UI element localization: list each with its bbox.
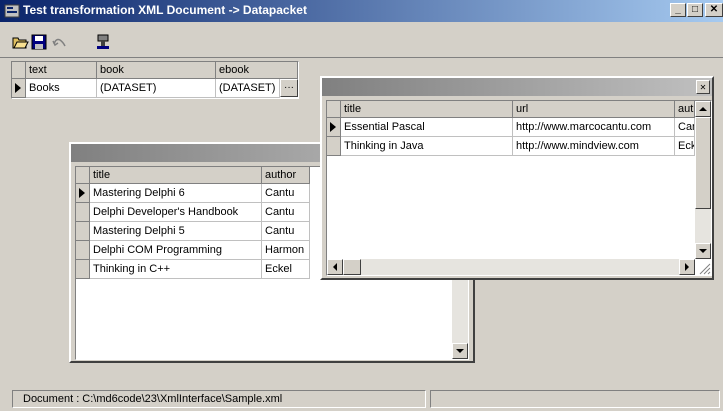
table-row-author[interactable]: Eck — [675, 137, 695, 156]
column-header-book[interactable]: book — [97, 62, 216, 79]
toolbar — [0, 22, 723, 58]
ebooks-subwindow[interactable]: ✕ title url autl Essential Pascal http:/… — [320, 76, 714, 280]
table-row-title[interactable]: Thinking in C++ — [90, 260, 262, 279]
table-row-author[interactable]: Can — [675, 118, 695, 137]
ellipsis-button[interactable]: ··· — [280, 79, 298, 97]
window-title-bar[interactable]: Test transformation XML Document -> Data… — [0, 0, 723, 22]
ebooks-grid[interactable]: title url autl Essential Pascal http://w… — [326, 100, 712, 276]
row-indicator[interactable] — [327, 137, 341, 156]
chevron-right-icon — [685, 263, 689, 271]
table-row-title[interactable]: Thinking in Java — [341, 137, 513, 156]
status-panel-empty — [430, 390, 720, 408]
row-indicator[interactable] — [327, 118, 341, 137]
column-header-ebook[interactable]: ebook — [216, 62, 298, 79]
table-row-title[interactable]: Delphi COM Programming — [90, 241, 262, 260]
column-header-title[interactable]: title — [90, 167, 262, 184]
chevron-down-icon — [699, 249, 707, 253]
table-row-author[interactable]: Cantu — [262, 184, 310, 203]
table-row-title[interactable]: Essential Pascal — [341, 118, 513, 137]
current-row-arrow-icon — [79, 188, 85, 198]
run-icon[interactable] — [94, 33, 112, 51]
row-indicator[interactable] — [12, 79, 26, 98]
status-document-path: Document : C:\md6code\23\XmlInterface\Sa… — [12, 390, 426, 408]
table-row-url[interactable]: http://www.marcocantu.com — [513, 118, 675, 137]
scroll-up-button[interactable] — [695, 101, 711, 117]
close-icon: ✕ — [709, 4, 719, 15]
save-icon[interactable] — [30, 33, 48, 51]
maximize-button[interactable]: □ — [687, 3, 703, 17]
table-row-title[interactable]: Mastering Delphi 6 — [90, 184, 262, 203]
row-indicator[interactable] — [76, 184, 90, 203]
window-title: Test transformation XML Document -> Data… — [23, 3, 307, 17]
scroll-right-button[interactable] — [679, 259, 695, 275]
current-row-arrow-icon — [15, 83, 21, 93]
client-area: text book ebook Books (DATASET) (DATASET… — [0, 58, 723, 384]
grid-corner — [76, 167, 90, 184]
scroll-left-button[interactable] — [327, 259, 343, 275]
column-header-text[interactable]: text — [26, 62, 97, 79]
main-grid[interactable]: text book ebook Books (DATASET) (DATASET… — [11, 61, 299, 99]
table-row-author[interactable]: Cantu — [262, 203, 310, 222]
undo-icon[interactable] — [50, 33, 68, 51]
ebooks-close-button[interactable]: ✕ — [696, 80, 710, 94]
chevron-up-icon — [699, 107, 707, 111]
minimize-button[interactable]: _ — [670, 3, 686, 17]
scroll-thumb[interactable] — [695, 117, 711, 209]
close-button[interactable]: ✕ — [705, 3, 723, 17]
cell-text[interactable]: Books — [26, 79, 97, 98]
minimize-icon: _ — [675, 4, 681, 15]
table-row-url[interactable]: http://www.mindview.com — [513, 137, 675, 156]
current-row-arrow-icon — [330, 122, 336, 132]
scroll-thumb[interactable] — [343, 259, 361, 275]
table-row-author[interactable]: Eckel — [262, 260, 310, 279]
grid-corner — [12, 62, 26, 79]
table-row-title[interactable]: Delphi Developer's Handbook — [90, 203, 262, 222]
scroll-down-button[interactable] — [452, 343, 468, 359]
status-bar: Document : C:\md6code\23\XmlInterface\Sa… — [0, 386, 723, 411]
row-indicator[interactable] — [76, 203, 90, 222]
open-icon[interactable] — [11, 33, 29, 51]
cell-ebook[interactable]: (DATASET) — [216, 79, 280, 98]
cell-book[interactable]: (DATASET) — [97, 79, 216, 98]
column-header-author[interactable]: author — [262, 167, 310, 184]
maximize-icon: □ — [691, 4, 699, 15]
app-icon — [4, 4, 20, 18]
scroll-down-button[interactable] — [695, 243, 711, 259]
row-indicator[interactable] — [76, 260, 90, 279]
table-row-author[interactable]: Harmon — [262, 241, 310, 260]
size-grip-icon[interactable] — [695, 259, 711, 275]
chevron-down-icon — [456, 349, 464, 353]
ebooks-subwindow-caption[interactable] — [322, 78, 712, 96]
column-header-title[interactable]: title — [341, 101, 513, 118]
row-indicator[interactable] — [76, 241, 90, 260]
column-header-url[interactable]: url — [513, 101, 675, 118]
column-header-author[interactable]: autl — [675, 101, 695, 118]
table-row-author[interactable]: Cantu — [262, 222, 310, 241]
close-icon: ✕ — [699, 83, 707, 92]
table-row-title[interactable]: Mastering Delphi 5 — [90, 222, 262, 241]
ebooks-horizontal-scrollbar[interactable] — [327, 259, 695, 275]
grid-corner — [327, 101, 341, 118]
row-indicator[interactable] — [76, 222, 90, 241]
chevron-left-icon — [333, 263, 337, 271]
